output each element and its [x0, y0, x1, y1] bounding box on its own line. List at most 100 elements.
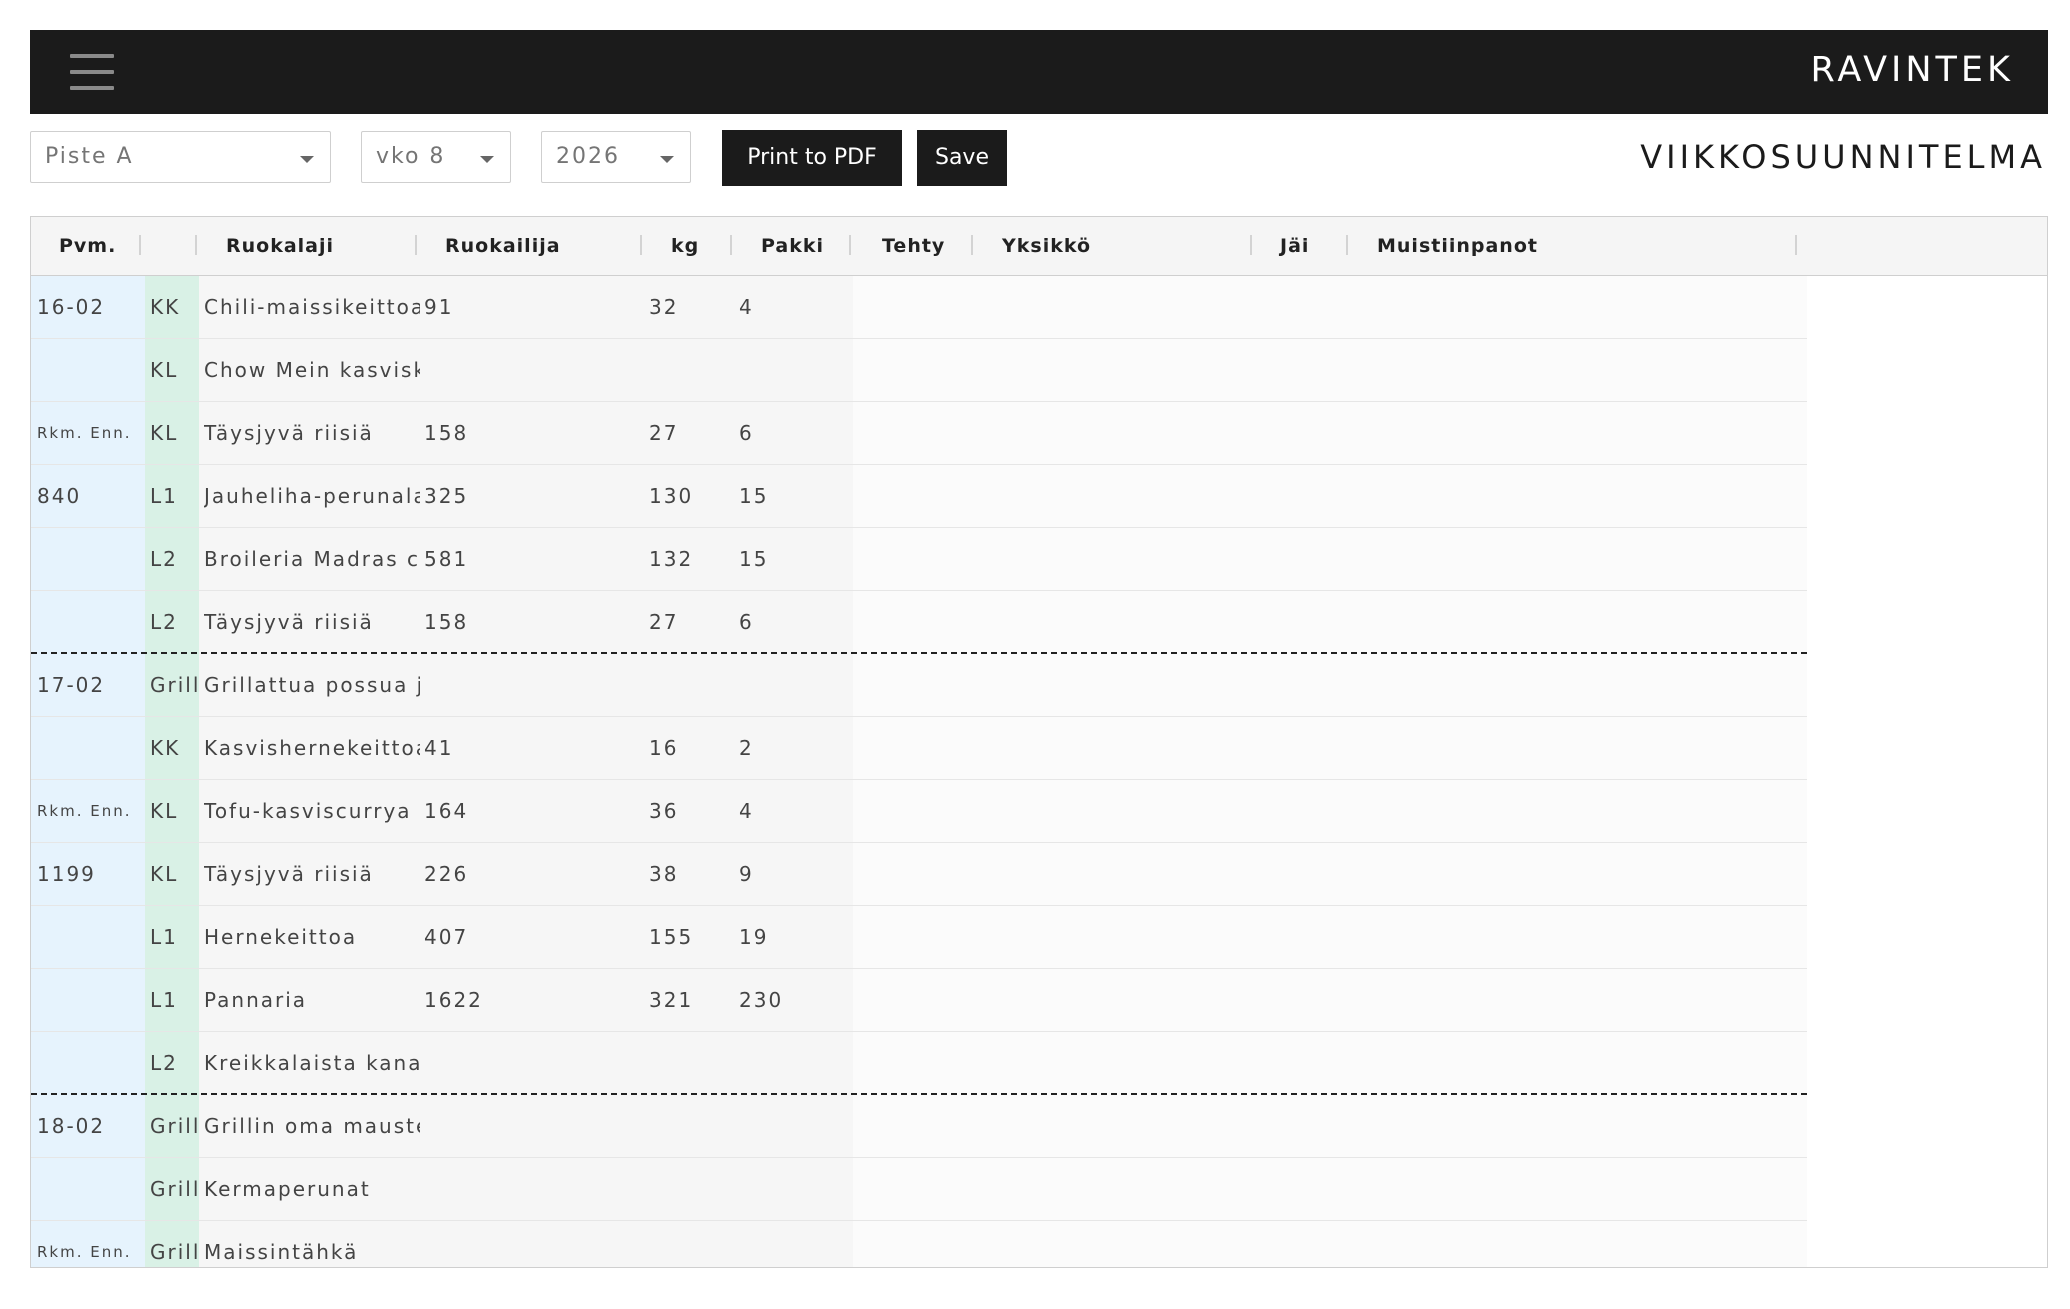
cell-meal-type[interactable]: L2 — [145, 528, 199, 591]
table-row[interactable]: KK Kasvishernekeittoa 41 16 2 — [31, 717, 2047, 780]
cell-diners[interactable] — [424, 1095, 594, 1158]
header-pakki[interactable]: Pakki — [761, 235, 824, 257]
cell-kg[interactable] — [649, 1032, 729, 1095]
cell-diners[interactable]: 226 — [424, 843, 594, 906]
cell-diners[interactable]: 325 — [424, 465, 594, 528]
header-ruokalaji[interactable]: Ruokalaji — [226, 235, 334, 257]
cell-kg[interactable]: 32 — [649, 276, 729, 339]
cell-pakki[interactable]: 230 — [739, 969, 839, 1032]
cell-editable-area[interactable] — [853, 339, 1807, 402]
cell-pakki[interactable]: 6 — [739, 591, 839, 654]
cell-editable-area[interactable] — [853, 1221, 1807, 1267]
table-row[interactable]: 1199 KL Täysjyvä riisiä 226 38 9 — [31, 843, 2047, 906]
cell-diners[interactable] — [424, 1221, 594, 1267]
cell-diners[interactable]: 158 — [424, 591, 594, 654]
cell-meal-type[interactable]: Grill — [145, 654, 199, 717]
header-yksikko[interactable]: Yksikkö — [1002, 235, 1091, 257]
table-row[interactable]: L2 Kreikkalaista kanaa — [31, 1032, 2047, 1095]
column-resizer[interactable] — [1795, 235, 1797, 255]
year-select[interactable]: 2026 — [541, 131, 691, 183]
cell-meal-type[interactable]: L2 — [145, 591, 199, 654]
cell-pakki[interactable] — [739, 654, 839, 717]
cell-dish[interactable]: Grillattua possua ja — [204, 654, 420, 717]
cell-editable-area[interactable] — [853, 717, 1807, 780]
table-row[interactable]: Rkm. Enn. KL Täysjyvä riisiä 158 27 6 — [31, 402, 2047, 465]
cell-kg[interactable]: 155 — [649, 906, 729, 969]
cell-editable-area[interactable] — [853, 465, 1807, 528]
cell-kg[interactable] — [649, 1095, 729, 1158]
cell-pakki[interactable]: 4 — [739, 780, 839, 843]
cell-diners[interactable]: 164 — [424, 780, 594, 843]
cell-kg[interactable] — [649, 654, 729, 717]
cell-pakki[interactable]: 19 — [739, 906, 839, 969]
cell-pvm[interactable]: 18-02 — [31, 1095, 145, 1158]
cell-editable-area[interactable] — [853, 1032, 1807, 1095]
cell-dish[interactable]: Täysjyvä riisiä — [204, 843, 420, 906]
cell-editable-area[interactable] — [853, 969, 1807, 1032]
cell-pakki[interactable] — [739, 1095, 839, 1158]
cell-dish[interactable]: Chili-maissikeittoa — [204, 276, 420, 339]
cell-meal-type[interactable]: KL — [145, 339, 199, 402]
cell-pakki[interactable] — [739, 339, 839, 402]
table-row[interactable]: 840 L1 Jauheliha-perunalaatikkoa 325 130… — [31, 465, 2047, 528]
table-row[interactable]: 16-02 KK Chili-maissikeittoa 91 32 4 — [31, 276, 2047, 339]
cell-pakki[interactable] — [739, 1158, 839, 1221]
cell-kg[interactable]: 27 — [649, 402, 729, 465]
column-resizer[interactable] — [849, 235, 851, 255]
cell-diners[interactable]: 158 — [424, 402, 594, 465]
table-row[interactable]: Grill Kermaperunat — [31, 1158, 2047, 1221]
save-button[interactable]: Save — [917, 130, 1007, 186]
cell-pvm[interactable]: Rkm. Enn. — [31, 402, 145, 465]
cell-pakki[interactable] — [739, 1221, 839, 1267]
cell-diners[interactable]: 41 — [424, 717, 594, 780]
cell-editable-area[interactable] — [853, 528, 1807, 591]
cell-pakki[interactable]: 15 — [739, 528, 839, 591]
table-row[interactable]: L1 Hernekeittoa 407 155 19 — [31, 906, 2047, 969]
header-kg[interactable]: kg — [671, 235, 699, 257]
cell-meal-type[interactable]: L1 — [145, 465, 199, 528]
cell-pakki[interactable] — [739, 1032, 839, 1095]
print-to-pdf-button[interactable]: Print to PDF — [722, 130, 902, 186]
cell-dish[interactable]: Kermaperunat — [204, 1158, 420, 1221]
cell-kg[interactable]: 16 — [649, 717, 729, 780]
cell-meal-type[interactable]: KK — [145, 717, 199, 780]
cell-diners[interactable]: 407 — [424, 906, 594, 969]
cell-pvm[interactable] — [31, 1158, 145, 1221]
table-row[interactable]: L1 Pannaria 1622 321 230 — [31, 969, 2047, 1032]
cell-editable-area[interactable] — [853, 780, 1807, 843]
column-resizer[interactable] — [415, 235, 417, 255]
cell-kg[interactable] — [649, 339, 729, 402]
cell-dish[interactable]: Täysjyvä riisiä — [204, 402, 420, 465]
cell-kg[interactable]: 38 — [649, 843, 729, 906]
column-resizer[interactable] — [139, 235, 141, 255]
column-resizer[interactable] — [730, 235, 732, 255]
cell-pvm[interactable] — [31, 969, 145, 1032]
cell-diners[interactable]: 1622 — [424, 969, 594, 1032]
cell-kg[interactable]: 321 — [649, 969, 729, 1032]
cell-diners[interactable] — [424, 339, 594, 402]
cell-pvm[interactable] — [31, 591, 145, 654]
cell-pvm[interactable]: Rkm. Enn. — [31, 780, 145, 843]
cell-dish[interactable]: Täysjyvä riisiä — [204, 591, 420, 654]
cell-pvm[interactable] — [31, 339, 145, 402]
header-tehty[interactable]: Tehty — [882, 235, 945, 257]
cell-diners[interactable]: 91 — [424, 276, 594, 339]
column-resizer[interactable] — [640, 235, 642, 255]
cell-pakki[interactable]: 9 — [739, 843, 839, 906]
cell-meal-type[interactable]: L1 — [145, 969, 199, 1032]
cell-meal-type[interactable]: KL — [145, 843, 199, 906]
table-row[interactable]: 18-02 Grill Grillin oma mauste — [31, 1095, 2047, 1158]
location-select[interactable]: Piste A — [30, 131, 331, 183]
cell-dish[interactable]: Chow Mein kasviskastiketta — [204, 339, 420, 402]
cell-kg[interactable]: 36 — [649, 780, 729, 843]
header-muistiinpanot[interactable]: Muistiinpanot — [1377, 235, 1538, 257]
cell-meal-type[interactable]: L2 — [145, 1032, 199, 1095]
cell-editable-area[interactable] — [853, 843, 1807, 906]
table-row[interactable]: L2 Täysjyvä riisiä 158 27 6 — [31, 591, 2047, 654]
cell-dish[interactable]: Kreikkalaista kanaa — [204, 1032, 420, 1095]
cell-editable-area[interactable] — [853, 591, 1807, 654]
cell-pvm[interactable] — [31, 906, 145, 969]
cell-pakki[interactable]: 2 — [739, 717, 839, 780]
cell-editable-area[interactable] — [853, 1158, 1807, 1221]
cell-meal-type[interactable]: KL — [145, 780, 199, 843]
